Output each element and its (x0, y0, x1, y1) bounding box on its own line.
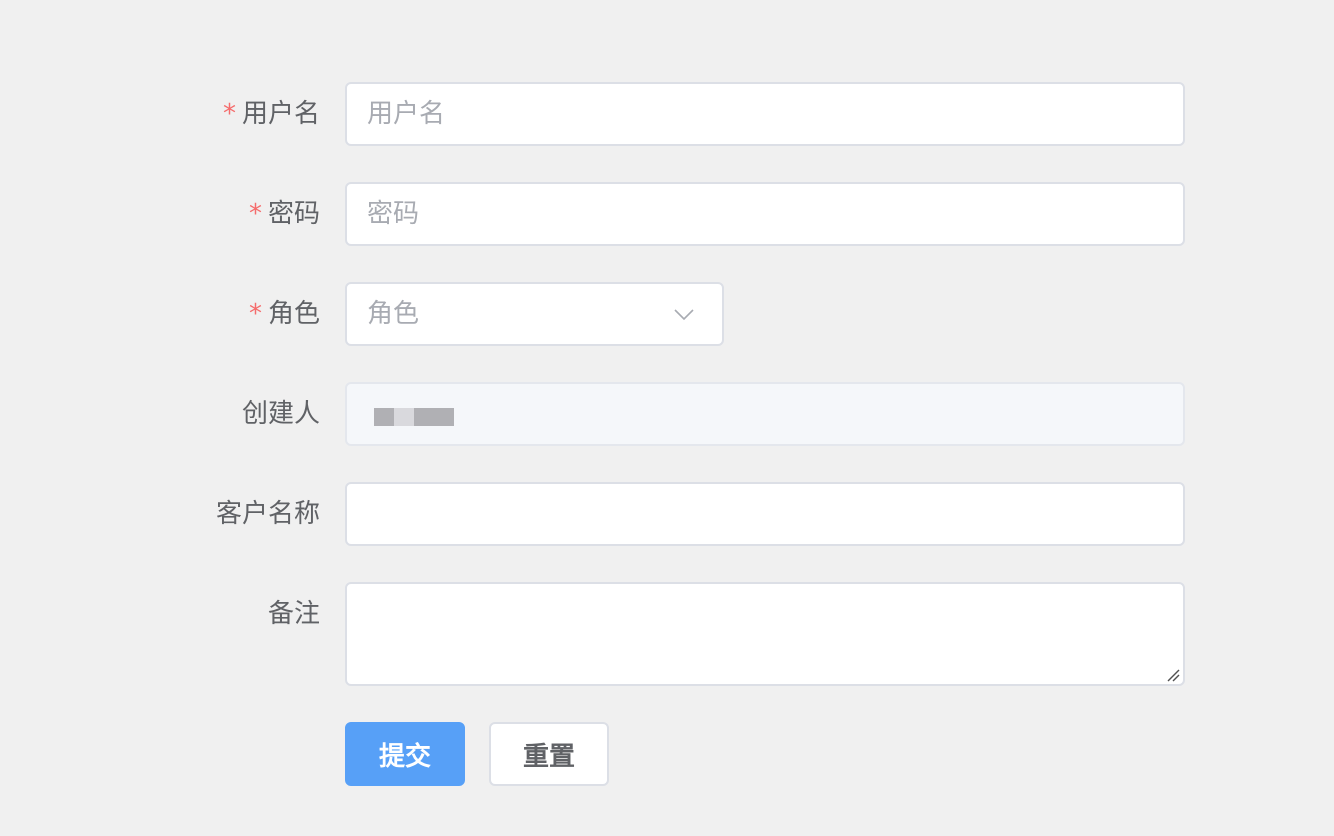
required-asterisk: * (248, 199, 262, 229)
role-label-text: 角色 (267, 299, 320, 329)
remark-label: 备注 (268, 582, 320, 646)
remark-textarea[interactable] (345, 582, 1185, 686)
creator-masked-value (374, 408, 454, 426)
role-select-placeholder: 角色 (367, 299, 420, 329)
username-input[interactable] (345, 82, 1185, 146)
customer-name-label: 客户名称 (216, 482, 320, 546)
creator-label: 创建人 (242, 382, 320, 446)
password-label: * 密码 (249, 182, 320, 246)
username-label: * 用户名 (223, 82, 320, 146)
creator-input (345, 382, 1185, 446)
resize-grip-icon[interactable] (1166, 668, 1180, 682)
password-label-text: 密码 (267, 199, 320, 229)
username-label-text: 用户名 (241, 99, 320, 129)
submit-button[interactable]: 提交 (345, 722, 465, 786)
customer-name-input[interactable] (345, 482, 1185, 546)
required-asterisk: * (222, 99, 236, 129)
role-select[interactable]: 角色 (345, 282, 724, 346)
user-form: *用户名 *密码 *角色 角色 创建人 (0, 0, 1334, 836)
creator-label-text: 创建人 (241, 399, 320, 429)
remark-label-text: 备注 (267, 599, 320, 629)
password-input[interactable] (345, 182, 1185, 246)
chevron-down-icon (674, 309, 694, 321)
reset-button[interactable]: 重置 (489, 722, 609, 786)
role-label: * 角色 (249, 282, 320, 346)
required-asterisk: * (248, 299, 262, 329)
customer-name-label-text: 客户名称 (215, 499, 320, 529)
